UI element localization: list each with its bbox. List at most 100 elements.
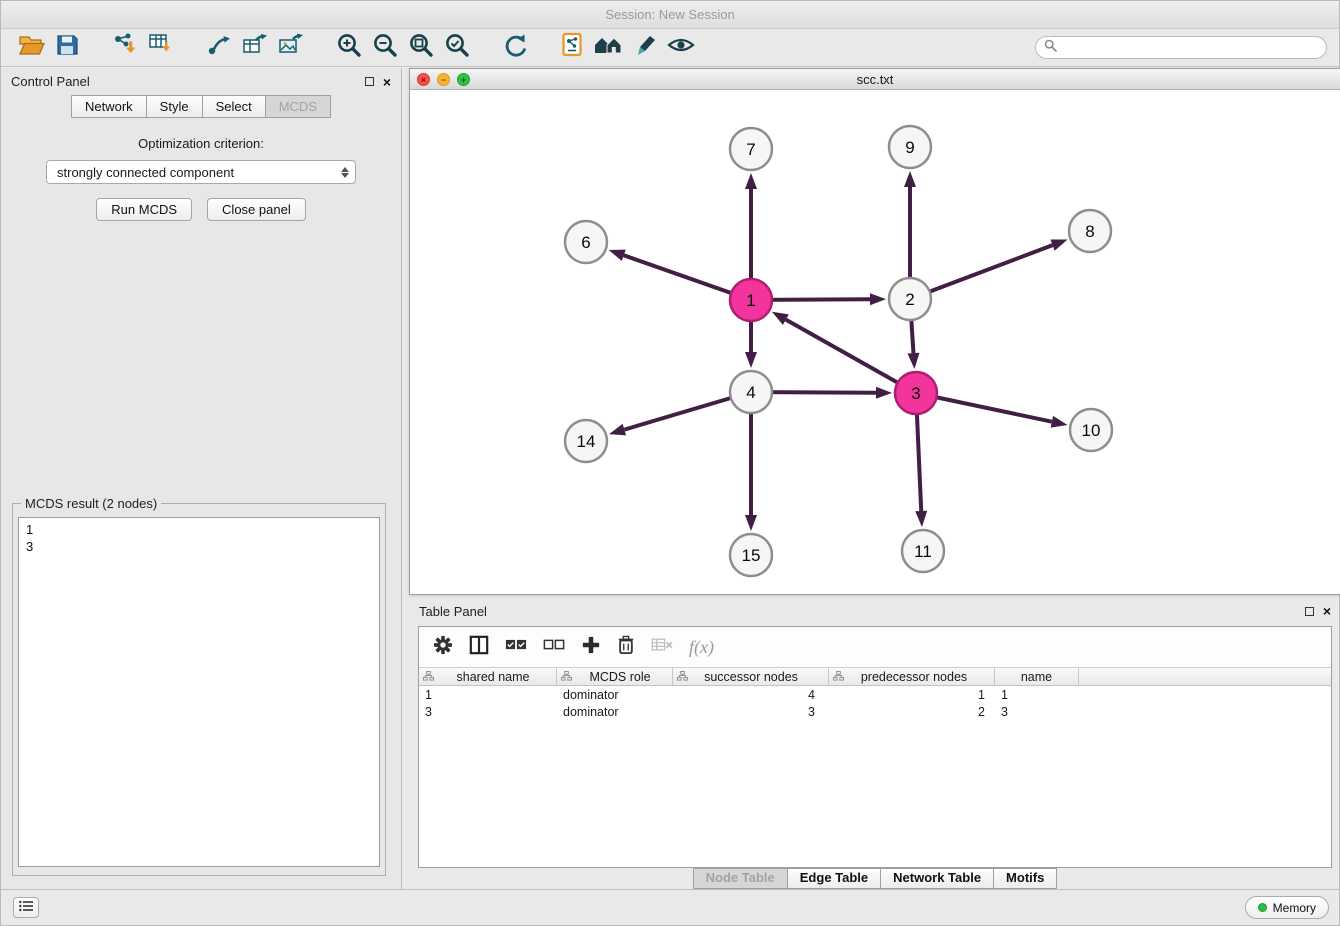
tab-node-table[interactable]: Node Table [693,868,788,889]
search-field[interactable] [1035,36,1327,59]
table-panel: Table Panel × f(x) [409,599,1340,889]
table-panel-tabs: Node Table Edge Table Network Table Moti… [409,868,1340,889]
table-row[interactable]: 3 dominator 3 2 3 [419,703,1331,720]
columns-icon[interactable] [469,635,489,660]
graph-canvas[interactable]: 7968124314101511 [410,90,1340,594]
workspace: Control Panel × Network Style Select MCD… [1,68,1339,889]
eye-button[interactable] [663,33,699,63]
graph-node-label: 11 [914,542,932,561]
zoom-in-button[interactable] [331,33,367,63]
control-panel: Control Panel × Network Style Select MCD… [1,68,402,889]
zoom-fit-icon [408,32,435,64]
table-row[interactable]: 1 dominator 4 1 1 [419,686,1331,703]
tab-motifs[interactable]: Motifs [994,868,1057,889]
export-table-icon [242,32,268,63]
node-table: shared name MCDS role successor nodes pr… [419,667,1331,720]
trash-icon[interactable] [617,635,635,660]
edge-arrowhead-icon [772,312,789,325]
optimization-criterion-dropdown[interactable]: strongly connected component [46,160,356,184]
column-header-predecessor-nodes[interactable]: predecessor nodes [829,668,995,685]
minimize-window-icon[interactable]: − [437,73,450,86]
edge-arrowhead-icon [1050,239,1067,250]
export-network-button[interactable] [201,33,237,63]
gear-icon[interactable] [433,635,453,660]
edge-arrowhead-icon [904,171,916,187]
open-file-button[interactable] [13,33,49,63]
search-icon [1044,39,1057,57]
table-header-row: shared name MCDS role successor nodes pr… [419,667,1331,686]
close-panel-button[interactable]: Close panel [207,198,306,221]
zoom-in-icon [336,32,363,64]
mcds-result-list: 1 3 [18,517,380,867]
column-header-filler [1079,668,1331,685]
search-input[interactable] [1062,41,1318,55]
cell-successor-nodes: 4 [673,688,829,702]
tree-sort-icon [561,670,572,684]
edge-arrowhead-icon [876,387,892,399]
save-session-button[interactable] [49,33,85,63]
network-window-titlebar: × − + scc.txt [410,69,1340,90]
graph-edge-2-8[interactable] [910,245,1053,299]
optimization-criterion-label: Optimization criterion: [1,136,401,151]
maximize-window-icon[interactable]: + [457,73,470,86]
mcds-result-value: 1 [26,521,372,538]
export-table-button[interactable] [237,33,273,63]
graph-node-label: 10 [1082,421,1101,440]
column-header-mcds-role[interactable]: MCDS role [557,668,673,685]
graph-edge-3-1[interactable] [786,320,916,393]
memory-button[interactable]: Memory [1245,896,1329,919]
tab-mcds[interactable]: MCDS [266,95,331,118]
float-panel-icon[interactable] [365,77,374,86]
network-document-button[interactable] [555,33,591,63]
table-panel-header: Table Panel × [409,599,1340,623]
mcds-result-group: MCDS result (2 nodes) 1 3 [12,496,386,876]
tab-network[interactable]: Network [71,95,147,118]
cell-shared-name: 1 [419,688,557,702]
close-table-panel-icon[interactable]: × [1323,606,1331,616]
deselect-all-icon[interactable] [543,637,565,657]
import-table-button[interactable] [143,33,179,63]
float-table-panel-icon[interactable] [1305,607,1314,616]
graph-node-label: 14 [577,432,596,451]
refresh-button[interactable] [497,33,533,63]
control-panel-tabs: Network Style Select MCDS [1,95,401,118]
zoom-selected-icon [444,32,471,64]
control-panel-header: Control Panel × [1,68,401,95]
network-window-title: scc.txt [857,72,894,87]
zoom-out-button[interactable] [367,33,403,63]
tree-sort-icon [423,670,434,684]
zoom-fit-button[interactable] [403,33,439,63]
run-mcds-button[interactable]: Run MCDS [96,198,192,221]
show-panels-button[interactable] [13,897,39,918]
tab-network-table[interactable]: Network Table [881,868,994,889]
tab-select[interactable]: Select [203,95,266,118]
graph-node-label: 6 [581,233,590,252]
dropdown-selected-value: strongly connected component [57,165,341,180]
export-image-button[interactable] [273,33,309,63]
tab-edge-table[interactable]: Edge Table [788,868,881,889]
close-panel-icon[interactable]: × [383,77,391,87]
mcds-tab-content: Optimization criterion: strongly connect… [1,118,401,221]
network-document-icon [561,32,585,63]
open-file-icon [17,33,45,62]
zoom-selected-button[interactable] [439,33,475,63]
import-network-button[interactable] [107,33,143,63]
select-all-icon[interactable] [505,637,527,657]
column-header-shared-name[interactable]: shared name [419,668,557,685]
graph-node-label: 9 [905,138,914,157]
edge-arrowhead-icon [745,352,757,368]
style-brush-button[interactable] [627,33,663,63]
cell-predecessor-nodes: 1 [829,688,995,702]
status-bar: Memory [1,889,1339,925]
home-button[interactable] [591,33,627,63]
tree-sort-icon [833,670,844,684]
add-icon[interactable] [581,635,601,660]
save-session-icon [55,33,79,62]
column-header-name[interactable]: name [995,668,1079,685]
zoom-out-icon [372,32,399,64]
column-header-successor-nodes[interactable]: successor nodes [673,668,829,685]
dropdown-stepper-icon [341,167,349,178]
cell-mcds-role: dominator [557,688,673,702]
tab-style[interactable]: Style [147,95,203,118]
close-window-icon[interactable]: × [417,73,430,86]
